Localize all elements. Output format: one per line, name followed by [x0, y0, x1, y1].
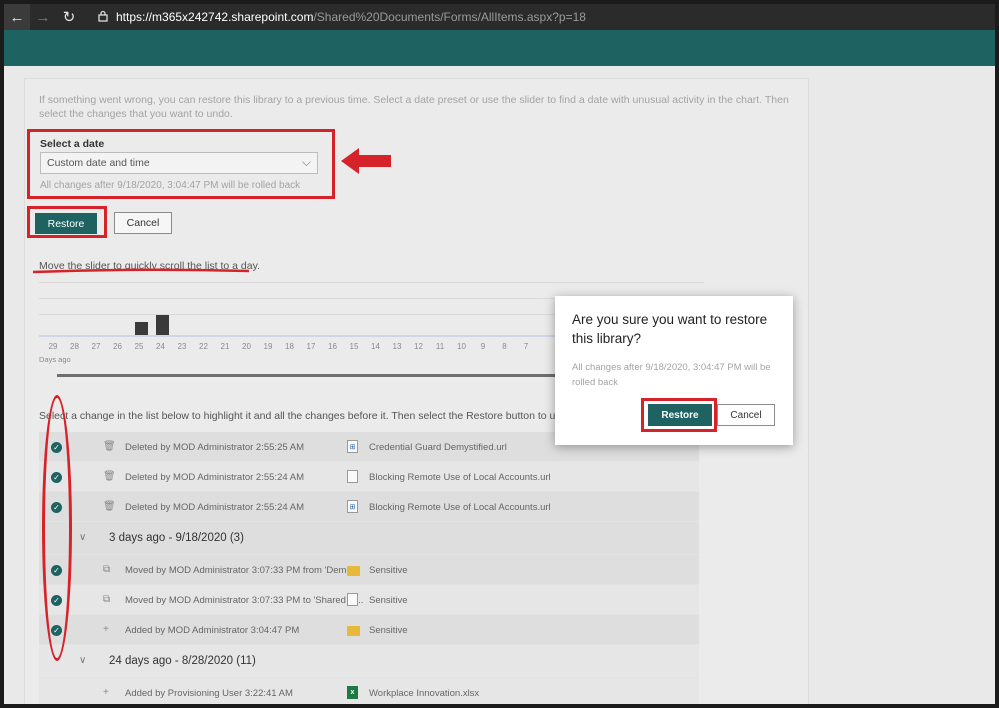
tick-label: 18: [285, 342, 294, 351]
refresh-icon[interactable]: ↻: [56, 4, 82, 30]
chart-bar[interactable]: [134, 321, 148, 335]
move-icon: ⧉: [103, 594, 111, 605]
tick-label: 23: [177, 342, 187, 351]
tick-label: 20: [242, 342, 251, 351]
file-name: Credential Guard Demystified.url: [369, 442, 507, 453]
change-description: Deleted by MOD Administrator 2:55:24 AM: [125, 502, 304, 513]
folder-icon: [347, 566, 360, 576]
document-icon: [347, 470, 358, 483]
days-ago-label: Days ago: [39, 355, 71, 364]
plus-icon: +: [103, 624, 109, 635]
tick-label: 22: [199, 342, 208, 351]
tick-label: 8: [502, 342, 507, 351]
date-preset-dropdown[interactable]: Custom date and time ⌵: [40, 152, 318, 174]
tick-label: 14: [371, 342, 380, 351]
change-description: Moved by MOD Administrator 3:07:33 PM to…: [125, 595, 364, 606]
back-arrow-icon[interactable]: ←: [4, 4, 30, 30]
group-header[interactable]: ∨ 24 days ago - 8/28/2020 (11): [39, 645, 699, 678]
trash-icon: 🗑: [103, 441, 116, 452]
excel-file-icon: x: [347, 686, 358, 699]
file-name: Blocking Remote Use of Local Accounts.ur…: [369, 472, 551, 483]
tick-label: 7: [523, 342, 529, 351]
address-bar[interactable]: https://m365x242742.sharepoint.com/Share…: [98, 10, 586, 25]
tick-label: 26: [113, 342, 122, 351]
list-instruction: Select a change in the list below to hig…: [39, 410, 587, 422]
tick-label: 27: [91, 342, 101, 351]
url-host: https://m365x242742.sharepoint.com: [116, 10, 314, 24]
chevron-down-icon[interactable]: ∨: [79, 655, 86, 666]
change-list: ✓ 🗑 Deleted by MOD Administrator 2:55:25…: [39, 432, 699, 704]
rollback-note: All changes after 9/18/2020, 3:04:47 PM …: [40, 180, 301, 191]
plus-icon: +: [103, 687, 109, 698]
list-item[interactable]: ✓ + Added by MOD Administrator 3:04:47 P…: [39, 615, 699, 645]
file-name: Sensitive: [369, 625, 408, 636]
trash-icon: 🗑: [103, 471, 116, 482]
list-item[interactable]: ✓ ⧉ Moved by MOD Administrator 3:07:33 P…: [39, 585, 699, 615]
lock-icon: [98, 10, 108, 25]
tick-label: 19: [263, 342, 273, 351]
list-item[interactable]: ✓ ⧉ Moved by MOD Administrator 3:07:33 P…: [39, 555, 699, 585]
tick-label: 13: [392, 342, 402, 351]
tick-label: 9: [480, 342, 486, 351]
cancel-button[interactable]: Cancel: [114, 212, 172, 234]
group-header[interactable]: ∨ 3 days ago - 9/18/2020 (3): [39, 522, 699, 555]
checkmarks-highlight-oval: [42, 395, 72, 661]
file-name: Sensitive: [369, 565, 408, 576]
sharepoint-page: If something went wrong, you can restore…: [4, 30, 995, 704]
list-item[interactable]: ✓ 🗑 Deleted by MOD Administrator 2:55:24…: [39, 492, 699, 522]
list-item[interactable]: ✓ 🗑 Deleted by MOD Administrator 2:55:24…: [39, 462, 699, 492]
change-description: Moved by MOD Administrator 3:07:33 PM fr…: [125, 565, 360, 576]
trash-icon: 🗑: [103, 501, 116, 512]
suite-header-bar: [4, 30, 995, 66]
dialog-restore-button[interactable]: Restore: [648, 404, 712, 426]
browser-toolbar: ← → ↻ https://m365x242742.sharepoint.com…: [4, 4, 995, 30]
date-slider[interactable]: [57, 374, 577, 377]
file-name: Workplace Innovation.xlsx: [369, 688, 480, 699]
tick-label: 10: [457, 342, 466, 351]
forward-arrow-icon[interactable]: →: [30, 4, 56, 30]
change-description: Deleted by MOD Administrator 2:55:25 AM: [125, 442, 304, 453]
tick-label: 28: [70, 342, 79, 351]
dialog-message: All changes after 9/18/2020, 3:04:47 PM …: [572, 362, 771, 388]
red-underline-annotation: [32, 268, 250, 274]
group-title: 24 days ago - 8/28/2020 (11): [109, 655, 256, 667]
move-icon: ⧉: [103, 564, 111, 575]
change-description: Deleted by MOD Administrator 2:55:24 AM: [125, 472, 304, 483]
tick-label: 15: [349, 342, 359, 351]
change-description: Added by MOD Administrator 3:04:47 PM: [125, 625, 300, 636]
restore-intro-text: If something went wrong, you can restore…: [39, 94, 789, 120]
group-title: 3 days ago - 9/18/2020 (3): [109, 532, 244, 544]
date-select-highlight: Select a date Custom date and time ⌵ All…: [27, 129, 335, 199]
chart-bar[interactable]: [156, 315, 169, 335]
file-name: Blocking Remote Use of Local Accounts.ur…: [369, 502, 551, 513]
chevron-down-icon: ⌵: [301, 155, 311, 169]
date-preset-value: Custom date and time: [47, 157, 150, 169]
document-icon: [347, 593, 358, 606]
tick-label: 29: [48, 342, 58, 351]
file-name: Sensitive: [369, 595, 408, 606]
dialog-cancel-button[interactable]: Cancel: [717, 404, 775, 426]
list-item[interactable]: + Added by Provisioning User 3:22:41 AM …: [39, 678, 699, 704]
chevron-down-icon[interactable]: ∨: [79, 532, 86, 543]
tick-label: 25: [134, 342, 144, 351]
change-description: Added by Provisioning User 3:22:41 AM: [125, 688, 293, 699]
restore-confirm-dialog: Are you sure you want to restore this li…: [555, 296, 793, 445]
restore-button[interactable]: Restore: [35, 213, 97, 234]
folder-icon: [347, 626, 360, 636]
link-file-icon: ⊞: [347, 440, 358, 453]
url-path: /Shared%20Documents/Forms/AllItems.aspx?…: [313, 10, 586, 24]
dialog-title: Are you sure you want to restore this li…: [572, 312, 768, 346]
link-file-icon: ⊞: [347, 500, 358, 513]
select-date-label: Select a date: [40, 138, 105, 150]
tick-label: 11: [435, 342, 445, 351]
red-arrow-annotation: [341, 148, 391, 174]
tick-label: 17: [306, 342, 316, 351]
tick-label: 24: [156, 342, 165, 351]
tick-label: 21: [220, 342, 230, 351]
tick-label: 16: [328, 342, 337, 351]
tick-label: 12: [414, 342, 423, 351]
